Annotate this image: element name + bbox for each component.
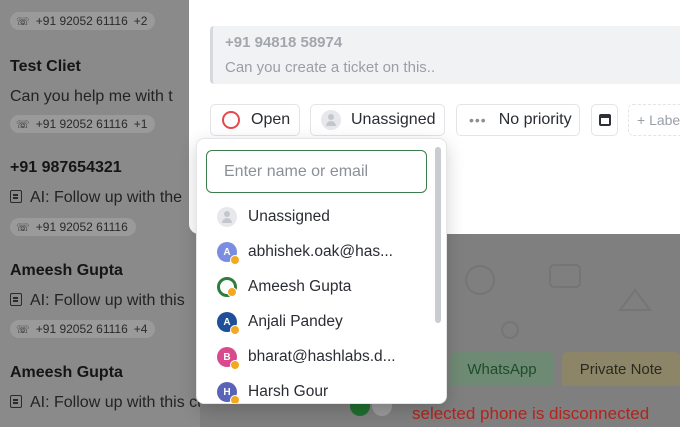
phone-chip: ☏ +91 92052 61116 +1 — [10, 115, 156, 133]
assignee-option[interactable]: A Anjali Pandey — [217, 307, 427, 337]
status-label: Open — [251, 111, 291, 128]
last-message: AI: Follow up with this — [10, 292, 185, 310]
dropdown-scrollbar[interactable] — [435, 147, 441, 323]
avatar: B — [217, 347, 240, 370]
user-avatar-icon — [321, 110, 341, 130]
phone-chip: ☏ +91 92052 61116 — [10, 218, 136, 236]
conversation-item[interactable]: Ameesh Gupta AI: Follow up with this cus… — [0, 355, 200, 427]
priority-label: No priority — [498, 111, 572, 128]
avatar: A — [217, 312, 240, 335]
disconnected-error: selected phone is disconnected — [412, 404, 650, 423]
last-message: AI: Follow up with this customer to... — [10, 394, 200, 412]
note-icon — [10, 293, 22, 306]
quoted-message: +91 94818 58974 Can you create a ticket … — [210, 26, 680, 84]
last-message: AI: Follow up with the — [10, 189, 182, 207]
conversation-item[interactable]: Test Cliet Can you help me with t ☏ +91 … — [0, 48, 200, 138]
contact-name: Ameesh Gupta — [10, 262, 123, 279]
phone-icon: ☏ — [16, 221, 30, 234]
phone-icon: ☏ — [16, 15, 30, 28]
due-date-button[interactable] — [591, 104, 618, 136]
avatar: H — [217, 382, 240, 403]
assignee-button[interactable]: Unassigned — [310, 104, 445, 136]
phone-icon: ☏ — [16, 118, 30, 131]
assignee-label: Unassigned — [351, 111, 436, 128]
conversation-list: ☏ +91 92052 61116 +2 Test Cliet Can you … — [0, 0, 200, 427]
avatar: A — [217, 242, 240, 265]
assignee-option-unassigned[interactable]: Unassigned — [217, 202, 427, 232]
online-status-icon — [230, 325, 240, 335]
phone-chip: ☏ +91 92052 61116 +2 — [10, 12, 156, 30]
dots-icon: ••• — [469, 112, 487, 128]
assignee-option[interactable]: A abhishek.oak@has... — [217, 237, 427, 267]
contact-name: Ameesh Gupta — [10, 364, 123, 381]
conversation-item[interactable]: ☏ +91 92052 61116 +2 — [0, 0, 200, 40]
assignee-option[interactable]: B bharat@hashlabs.d... — [217, 342, 427, 372]
contact-name: +91 987654321 — [10, 159, 122, 176]
assignee-search-input[interactable] — [206, 150, 427, 193]
phone-chip: ☏ +91 92052 61116 +4 — [10, 320, 156, 338]
online-status-icon — [230, 395, 240, 403]
assignee-option[interactable]: H Harsh Gour — [217, 377, 427, 403]
online-status-icon — [230, 360, 240, 370]
chat-background-pattern — [465, 264, 652, 339]
tab-private-note[interactable]: Private Note — [562, 352, 680, 386]
conversation-item[interactable]: Ameesh Gupta AI: Follow up with this ☏ +… — [0, 253, 200, 348]
conversation-item[interactable]: +91 987654321 AI: Follow up with the ☏ +… — [0, 150, 200, 245]
tab-whatsapp[interactable]: WhatsApp — [450, 352, 554, 386]
phone-icon: ☏ — [16, 323, 30, 336]
add-label-button[interactable]: + Label — [628, 104, 680, 136]
last-message: Can you help me with t — [10, 88, 173, 105]
priority-button[interactable]: ••• No priority — [456, 104, 580, 136]
assignee-option[interactable]: Ameesh Gupta — [217, 272, 427, 302]
note-icon — [10, 395, 22, 408]
calendar-icon — [598, 114, 611, 126]
status-open-icon — [222, 111, 240, 129]
user-placeholder-icon — [217, 207, 237, 227]
assignee-dropdown: Unassigned A abhishek.oak@has... Ameesh … — [196, 138, 447, 404]
status-button[interactable]: Open — [210, 104, 300, 136]
quoted-sender: +91 94818 58974 — [225, 34, 343, 51]
contact-name: Test Cliet — [10, 58, 81, 75]
online-status-icon — [227, 287, 237, 297]
quoted-text: Can you create a ticket on this.. — [225, 59, 436, 76]
avatar — [217, 277, 237, 297]
note-icon — [10, 190, 22, 203]
online-status-icon — [230, 255, 240, 265]
